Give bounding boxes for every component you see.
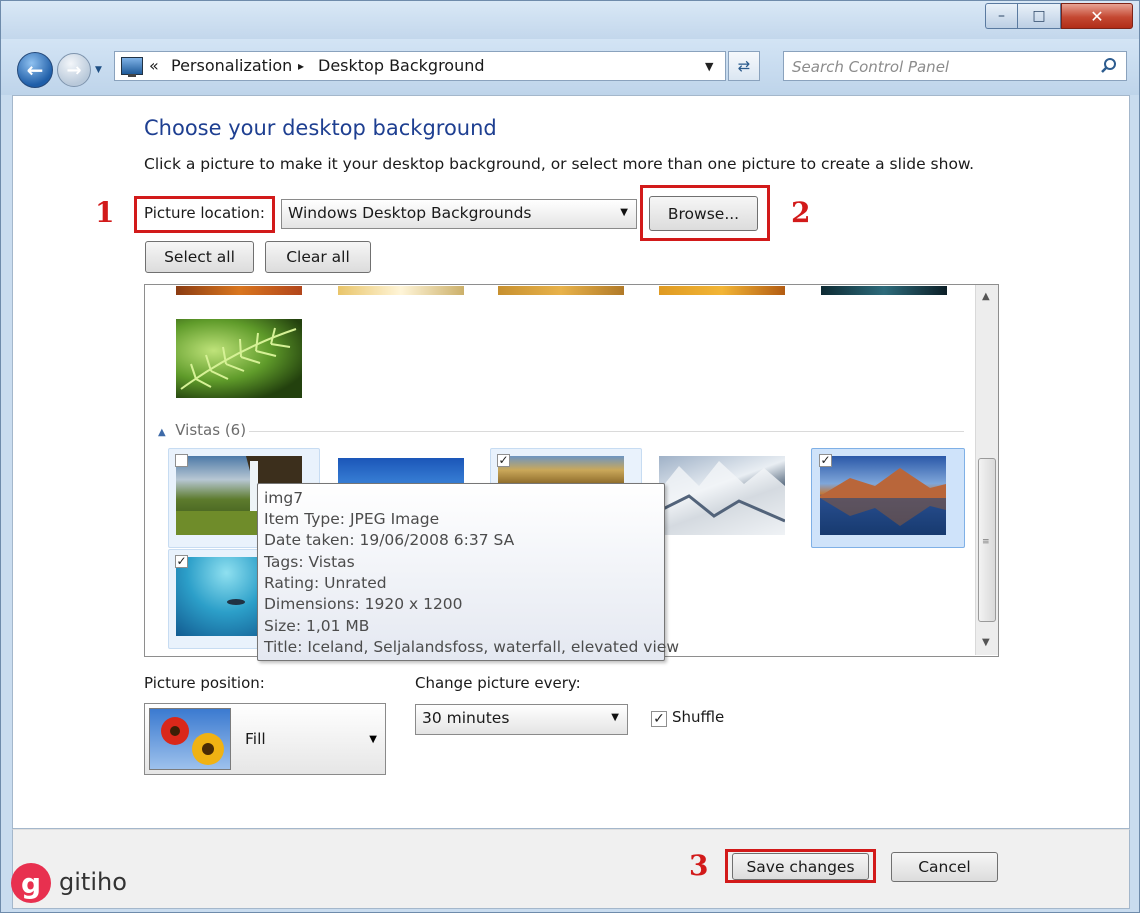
close-button[interactable]: ✕ [1061,3,1133,29]
back-button[interactable]: ← [17,52,53,88]
address-dropdown-icon[interactable]: ▼ [705,60,713,73]
title-bar: – □ ✕ [1,1,1139,39]
thumbnail-checkbox-img12[interactable]: ✓ [175,555,188,568]
shuffle-checkbox[interactable]: ✓ [651,711,667,727]
group-divider [249,431,964,432]
gitiho-logo: g [11,863,51,903]
browse-button-label: Browse... [667,204,740,223]
picture-position-dropdown[interactable]: Fill ▼ [144,703,386,775]
picture-location-dropdown[interactable]: Windows Desktop Backgrounds ▼ [281,199,637,229]
valley-thumbnail[interactable] [498,456,624,484]
refresh-button[interactable]: ⇄ [728,51,760,81]
control-panel-icon [121,57,143,77]
thumbnail-checkbox-img7[interactable] [175,454,188,467]
save-changes-label: Save changes [746,857,855,876]
select-all-label: Select all [164,248,235,266]
thumbnail-tooltip: img7 Item Type: JPEG Image Date taken: 1… [257,483,679,661]
clear-all-button[interactable]: Clear all [265,241,371,273]
scroll-down-arrow-icon[interactable]: ▼ [982,637,990,648]
breadcrumb-overflow[interactable]: « [149,56,159,75]
minimize-button[interactable]: – [985,3,1017,29]
snow-mountains-thumbnail[interactable] [658,456,786,535]
navigation-bar: ← → ▼ « Personalization ▸ Desktop Backgr… [1,39,1139,95]
recent-pages-dropdown-icon[interactable]: ▼ [95,65,105,75]
refresh-icon: ⇄ [737,57,751,75]
forward-arrow-icon: → [66,59,82,81]
gallery-thumbnail-partial[interactable] [659,286,785,295]
minimize-icon: – [998,8,1005,24]
cancel-button[interactable]: Cancel [891,852,998,882]
chevron-down-icon: ▼ [611,712,619,723]
tooltip-date-taken: Date taken: 19/06/2008 6:37 SA [264,531,515,549]
gitiho-wordmark: gitiho [59,868,127,896]
gallery-thumbnail-partial[interactable] [498,286,624,295]
cancel-label: Cancel [918,858,971,876]
browse-button[interactable]: Browse... [649,196,758,231]
picture-position-label: Picture position: [144,674,265,692]
chevron-down-icon: ▼ [620,207,628,218]
flower-picture [161,717,224,765]
search-input[interactable] [790,56,1094,78]
breadcrumb-desktop-background[interactable]: Desktop Background [318,56,485,75]
gallery-scrollbar[interactable]: ▲ ≡ ▼ [975,285,998,655]
address-bar[interactable]: « Personalization ▸ Desktop Background ▼ [114,51,726,81]
tooltip-dimensions: Dimensions: 1920 x 1200 [264,595,463,613]
scroll-up-arrow-icon[interactable]: ▲ [982,291,990,302]
picture-location-label: Picture location: [144,204,265,222]
position-preview-image [149,708,231,770]
tooltip-size: Size: 1,01 MB [264,617,370,635]
tooltip-item-type: Item Type: JPEG Image [264,510,440,528]
fern-picture [180,327,297,390]
fern-thumbnail[interactable] [176,319,302,398]
change-interval-value: 30 minutes [422,709,510,727]
forward-button[interactable]: → [57,53,91,87]
lake-mountain-picture [820,468,946,526]
annotation-number-1: 1 [95,196,115,229]
gallery-thumbnail-partial[interactable] [821,286,947,295]
search-box[interactable] [783,51,1127,81]
window: – □ ✕ ← → ▼ « Personalization ▸ Desktop … [0,0,1140,913]
group-label: Vistas (6) [175,421,247,439]
clear-all-label: Clear all [286,248,350,266]
breadcrumb-personalization[interactable]: Personalization [171,56,292,75]
page-description: Click a picture to make it your desktop … [144,155,975,173]
thumbnail-checkbox-img11[interactable]: ✓ [819,454,832,467]
search-icon[interactable] [1100,57,1118,75]
change-interval-dropdown[interactable]: 30 minutes ▼ [415,704,628,735]
close-icon: ✕ [1090,6,1104,26]
snow-mountains-picture [658,461,786,535]
tooltip-name: img7 [264,489,304,507]
save-changes-button[interactable]: Save changes [732,853,869,880]
tooltip-tags: Tags: Vistas [264,553,355,571]
gallery-thumbnail-partial[interactable] [338,286,464,295]
thumbnail-checkbox-img9[interactable]: ✓ [497,454,510,467]
chevron-down-icon: ▼ [369,734,377,745]
select-all-button[interactable]: Select all [145,241,254,273]
page-title: Choose your desktop background [144,116,497,140]
scrollbar-grip-icon: ≡ [982,537,990,547]
gallery-thumbnail-partial[interactable] [176,286,302,295]
annotation-number-2: 2 [791,196,811,229]
group-header-vistas[interactable]: ▲ Vistas (6) [158,421,246,439]
tooltip-rating: Rating: Unrated [264,574,387,592]
maximize-icon: □ [1032,8,1046,24]
picture-location-value: Windows Desktop Backgrounds [288,204,532,222]
maximize-button[interactable]: □ [1017,3,1061,29]
picture-position-value: Fill [245,730,266,748]
change-picture-label: Change picture every: [415,674,581,692]
collapse-triangle-icon: ▲ [158,427,166,438]
shuffle-label[interactable]: Shuffle [672,708,724,726]
lake-mountain-thumbnail[interactable] [820,456,946,535]
back-arrow-icon: ← [26,58,44,82]
tooltip-title: Title: Iceland, Seljalandsfoss, waterfal… [264,638,679,656]
annotation-number-3: 3 [689,849,709,882]
breadcrumb-separator-icon[interactable]: ▸ [298,59,304,73]
